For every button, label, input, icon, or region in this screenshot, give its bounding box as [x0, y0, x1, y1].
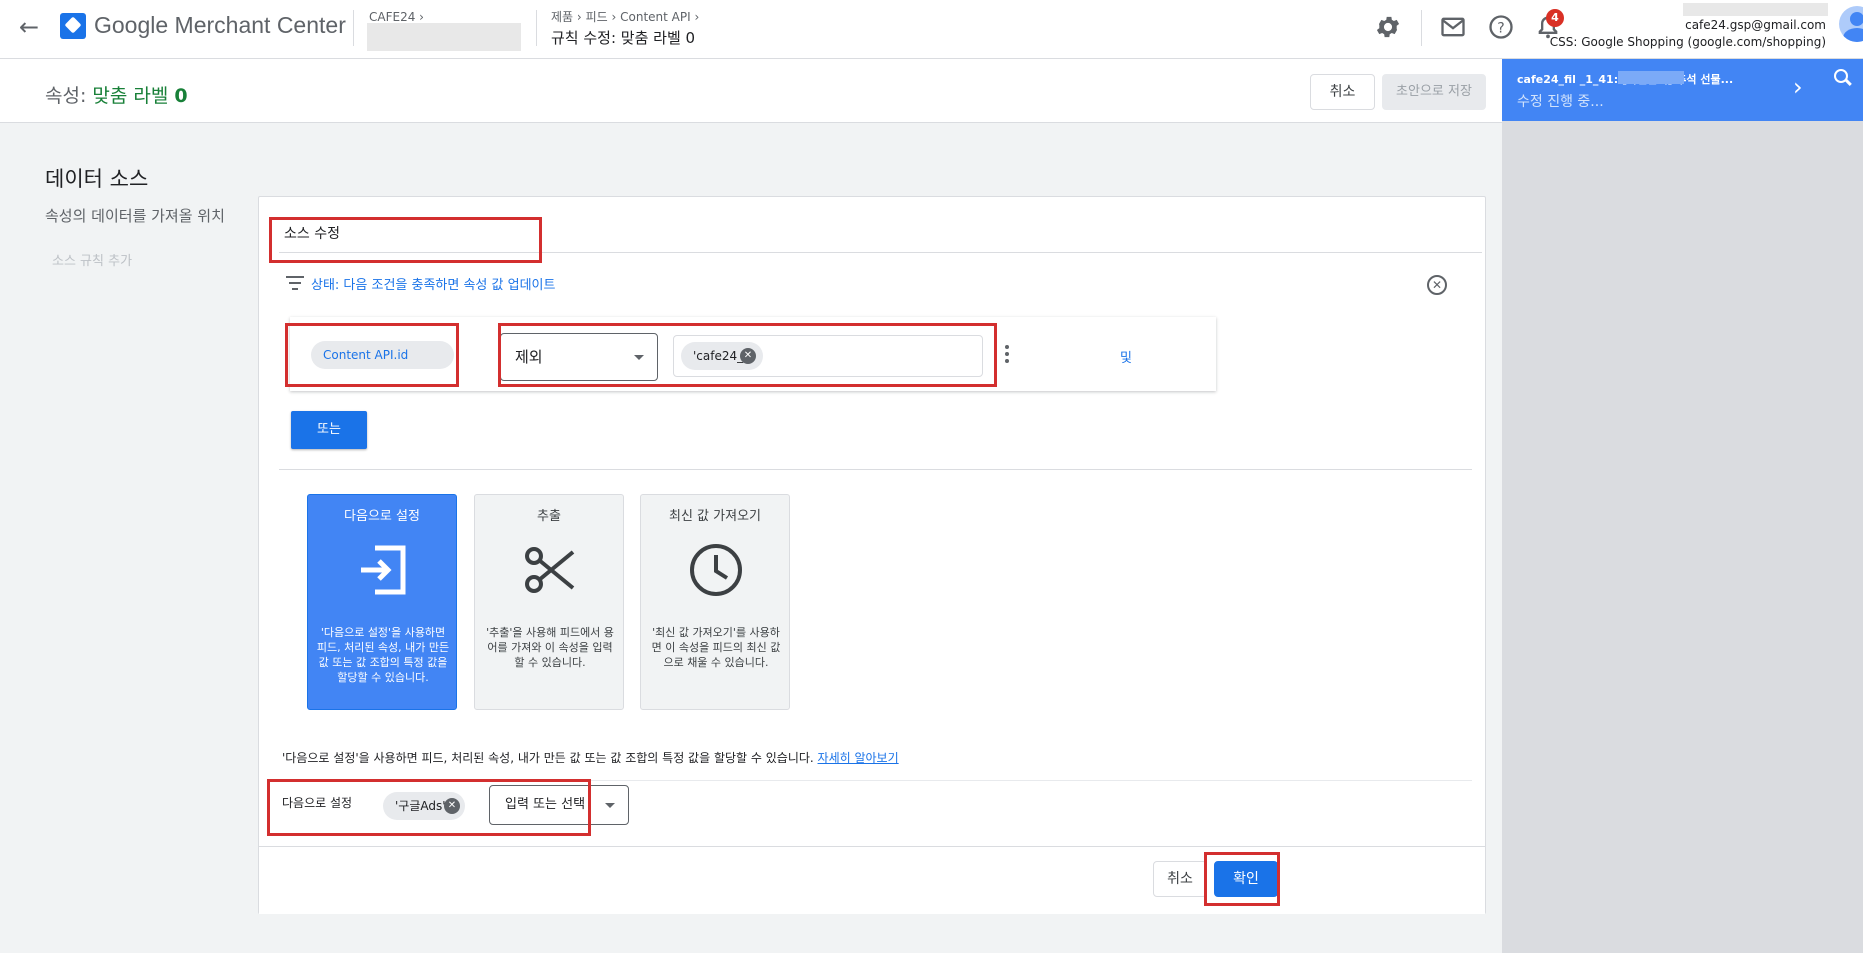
back-arrow-icon[interactable]: ←: [14, 12, 44, 42]
breadcrumb: 제품 › 피드 › Content API ›: [551, 8, 699, 25]
chevron-right-icon[interactable]: ›: [1793, 73, 1803, 101]
chevron-down-icon: [605, 803, 615, 808]
attribute-name: 맞춤 라벨: [92, 85, 175, 107]
attribute-title: 속성: 맞춤 라벨 0: [45, 81, 188, 108]
chevron-right-icon: ›: [694, 10, 700, 24]
tile-description: '다음으로 설정'을 사용하면 피드, 처리된 속성, 내가 만든 값 또는 값…: [316, 626, 450, 684]
tile-extract[interactable]: 추출 '추출'을 사용해 피드에서 용어를 가져와 이 속성을 입력할 수 있습…: [474, 494, 624, 710]
avatar[interactable]: [1839, 6, 1863, 42]
page-title: 규칙 수정: 맞춤 라벨 0: [551, 29, 696, 47]
divider: [536, 10, 537, 46]
or-button[interactable]: 또는: [291, 411, 367, 449]
source-edit-card: 소스 수정 상태: 다음 조건을 충족하면 속성 값 업데이트 ✕ Conten…: [258, 196, 1486, 914]
breadcrumb-item[interactable]: 제품: [551, 10, 573, 24]
redacted-area: [1683, 3, 1828, 16]
tile-title: 추출: [537, 509, 561, 524]
help-description: '다음으로 설정'을 사용하면 피드, 처리된 속성, 내가 만든 값 또는 값…: [282, 751, 818, 765]
save-draft-button[interactable]: 초안으로 저장: [1382, 74, 1486, 110]
and-link[interactable]: 및: [1120, 347, 1132, 366]
app-title: Google Merchant Center: [94, 12, 346, 38]
divider: [279, 469, 1472, 470]
merchant-logo-icon: [60, 13, 86, 39]
learn-more-link[interactable]: 자세히 알아보기: [818, 751, 899, 765]
user-email: cafe24.gsp@gmail.com: [1685, 18, 1826, 32]
highlight-box: [1204, 852, 1280, 906]
card-footer: 취소 확인: [259, 846, 1485, 914]
cancel-button[interactable]: 취소: [1310, 74, 1375, 110]
tile-description: '최신 값 가져오기'를 사용하면 이 속성을 피드의 최신 값으로 채울 수 …: [651, 626, 781, 669]
section-subtitle: 속성의 데이터를 가져올 위치: [45, 207, 225, 225]
tile-description: '추출'을 사용해 피드에서 용어를 가져와 이 속성을 입력할 수 있습니다.: [486, 626, 614, 669]
highlight-box: [269, 217, 542, 263]
help-icon[interactable]: ?: [1487, 13, 1515, 41]
chevron-right-icon: ›: [419, 10, 424, 24]
processing-notice[interactable]: cafe24_fil _1_41: [사전판매] 추석 선물... 수정 진행 …: [1502, 59, 1863, 121]
highlight-box: [267, 779, 591, 836]
chevron-right-icon: ›: [611, 10, 617, 24]
notice-status: 수정 진행 중...: [1517, 94, 1604, 110]
footer-cancel-button[interactable]: 취소: [1153, 861, 1207, 897]
highlight-box: [498, 323, 997, 387]
tile-set-to[interactable]: 다음으로 설정 '다음으로 설정'을 사용하면 피드, 처리된 속성, 내가 만…: [307, 494, 457, 710]
attribute-index: 0: [174, 85, 188, 107]
set-to-icon: [353, 540, 413, 600]
breadcrumb-item[interactable]: Content API: [620, 10, 691, 24]
tile-title: 최신 값 가져오기: [669, 509, 761, 524]
divider: [353, 10, 354, 46]
scissors-icon: [520, 540, 580, 600]
section-title: 데이터 소스: [45, 167, 149, 191]
redacted-area: [1618, 71, 1684, 84]
app-bar: ← Google Merchant Center CAFE24 › 제품 › 피…: [0, 0, 1863, 59]
breadcrumb-item[interactable]: 피드: [586, 10, 608, 24]
mail-icon[interactable]: [1439, 13, 1467, 41]
search-icon[interactable]: [1832, 67, 1854, 89]
svg-text:?: ?: [1497, 20, 1504, 36]
help-text: '다음으로 설정'을 사용하면 피드, 처리된 속성, 내가 만든 값 또는 값…: [282, 749, 899, 766]
condition-toggle[interactable]: 상태: 다음 조건을 충족하면 속성 값 업데이트: [311, 274, 555, 293]
add-source-rule-link[interactable]: 소스 규칙 추가: [52, 250, 132, 269]
filter-icon: [286, 276, 304, 290]
account-name: CAFE24: [369, 10, 416, 24]
attribute-label: 속성:: [45, 85, 93, 107]
highlight-box: [285, 323, 459, 387]
account-id-redacted: [367, 23, 521, 51]
close-circle-icon[interactable]: ✕: [1427, 275, 1447, 295]
gear-icon[interactable]: [1374, 13, 1402, 41]
tile-title: 다음으로 설정: [344, 509, 420, 524]
divider: [1421, 10, 1422, 46]
right-panel: cafe24_fil _1_41: [사전판매] 추석 선물... 수정 진행 …: [1502, 59, 1863, 953]
notification-badge: 4: [1546, 9, 1564, 27]
clock-icon: [686, 540, 746, 600]
rule-header: 속성: 맞춤 라벨 0 취소 초안으로 저장: [0, 59, 1502, 123]
chevron-right-icon: ›: [576, 10, 582, 24]
kebab-icon[interactable]: [1005, 345, 1009, 363]
user-css: CSS: Google Shopping (google.com/shoppin…: [1549, 35, 1826, 49]
account-switcher[interactable]: CAFE24 ›: [369, 10, 424, 24]
tile-latest-value[interactable]: 최신 값 가져오기 '최신 값 가져오기'를 사용하면 이 속성을 피드의 최신…: [640, 494, 790, 710]
